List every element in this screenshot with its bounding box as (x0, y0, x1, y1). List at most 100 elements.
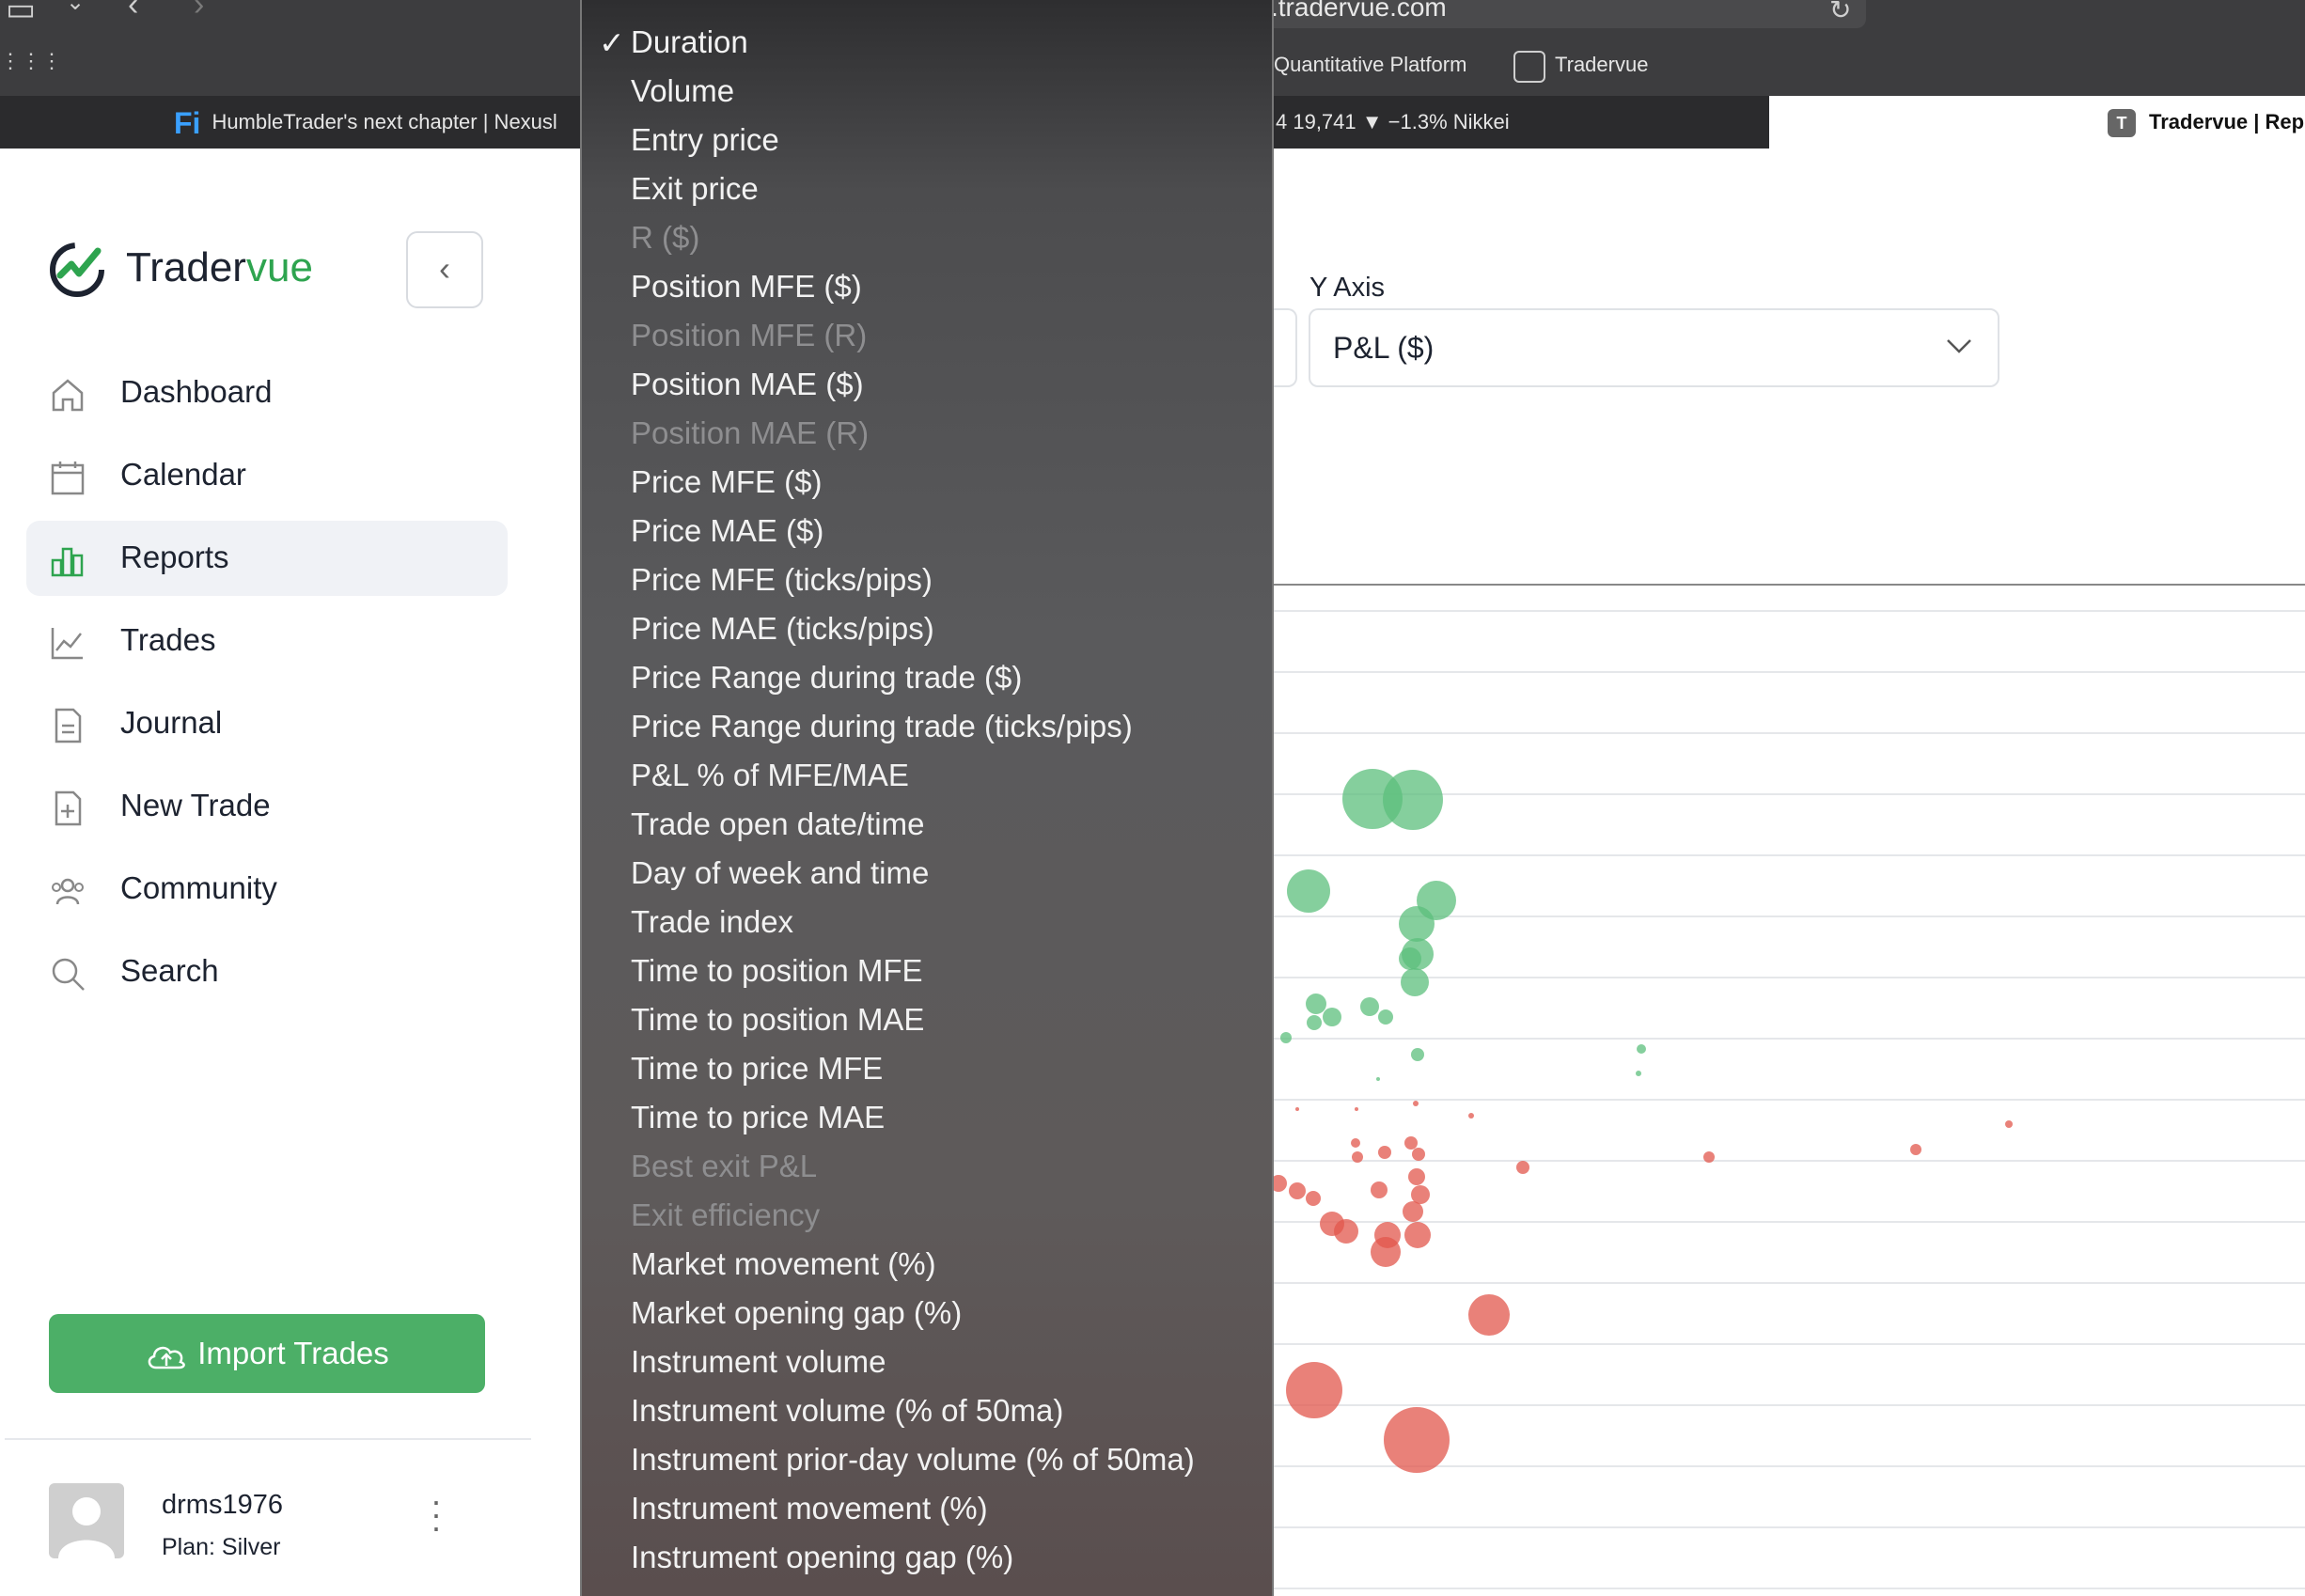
profit-point[interactable] (1637, 1044, 1646, 1054)
import-trades-button[interactable]: Import Trades (49, 1314, 485, 1393)
chevron-left-icon: ‹ (439, 249, 450, 288)
collapse-sidebar-button[interactable]: ‹ (406, 231, 483, 308)
dropdown-item[interactable]: Price MFE ($) (582, 457, 1272, 506)
sidebar-item-dashboard[interactable]: Dashboard (26, 355, 508, 430)
loss-point[interactable] (1468, 1113, 1474, 1119)
username: drms1976 (162, 1490, 283, 1520)
dropdown-item[interactable]: Time to price MFE (582, 1043, 1272, 1092)
dropdown-item-label: Position MAE ($) (631, 367, 864, 401)
profit-point[interactable] (1399, 947, 1421, 970)
dropdown-item-label: Instrument movement (%) (631, 1491, 988, 1526)
user-placeholder-icon (58, 1497, 115, 1558)
loss-point[interactable] (1384, 1407, 1450, 1473)
loss-point[interactable] (1378, 1146, 1391, 1159)
sidebar-item-community[interactable]: Community (26, 852, 508, 927)
dropdown-item[interactable]: Market opening gap (%) (582, 1288, 1272, 1337)
dropdown-item[interactable]: Instrument movement (%) (582, 1483, 1272, 1532)
dropdown-item[interactable]: Trade open date/time (582, 799, 1272, 848)
profit-point[interactable] (1287, 869, 1330, 913)
dropdown-item-label: Entry price (631, 122, 779, 157)
sidebar-item-new-trade[interactable]: New Trade (26, 769, 508, 844)
calendar-icon (51, 462, 85, 495)
loss-point[interactable] (1286, 1362, 1342, 1418)
sidebar-item-journal[interactable]: Journal (26, 686, 508, 761)
loss-point[interactable] (1468, 1294, 1510, 1336)
dropdown-item[interactable]: Volume (582, 66, 1272, 115)
dropdown-item[interactable]: P&L % of MFE/MAE (582, 750, 1272, 799)
loss-point[interactable] (1355, 1107, 1358, 1111)
dropdown-item[interactable]: Time to position MAE (582, 994, 1272, 1043)
sidebar-item-calendar[interactable]: Calendar (26, 438, 508, 513)
loss-point[interactable] (2005, 1120, 2013, 1128)
profit-point[interactable] (1399, 906, 1435, 942)
loss-point[interactable] (1371, 1237, 1401, 1267)
dropdown-item[interactable]: Position MFE ($) (582, 261, 1272, 310)
dropdown-item[interactable]: Instrument volume (% of 50ma) (582, 1385, 1272, 1434)
sidebar-item-label: Journal (120, 705, 223, 740)
more-options-icon[interactable]: · · · (431, 1484, 442, 1544)
dropdown-item[interactable]: Time to price MAE (582, 1092, 1272, 1141)
profit-point[interactable] (1378, 1009, 1393, 1025)
dropdown-item[interactable]: Price Range during trade ($) (582, 652, 1272, 701)
sidebar-item-search[interactable]: Search (26, 934, 508, 1009)
brand-prefix: Trader (126, 244, 246, 290)
loss-point[interactable] (1403, 1201, 1423, 1222)
dropdown-item-label: Time to price MFE (631, 1051, 884, 1086)
dropdown-item-label: Volume (631, 73, 735, 108)
profit-point[interactable] (1376, 1077, 1380, 1081)
loss-point[interactable] (1703, 1151, 1715, 1163)
dropdown-item[interactable]: Price MAE ($) (582, 506, 1272, 555)
dropdown-item[interactable]: Day of week and time (582, 848, 1272, 897)
profit-point[interactable] (1401, 968, 1429, 996)
profit-point[interactable] (1360, 997, 1379, 1016)
dropdown-item[interactable]: Position MAE ($) (582, 359, 1272, 408)
loss-point[interactable] (1411, 1185, 1430, 1204)
dropdown-item[interactable]: Exit price (582, 164, 1272, 212)
avatar[interactable] (49, 1483, 124, 1558)
dropdown-item[interactable]: Price MFE (ticks/pips) (582, 555, 1272, 603)
y-axis-select[interactable]: P&L ($) (1309, 308, 1999, 387)
profit-point[interactable] (1636, 1071, 1641, 1076)
loss-point[interactable] (1351, 1138, 1360, 1148)
profit-point[interactable] (1280, 1032, 1292, 1043)
dropdown-item[interactable]: Trade index (582, 897, 1272, 946)
loss-point[interactable] (1516, 1161, 1529, 1174)
dropdown-item-label: Day of week and time (631, 855, 930, 890)
dropdown-item-label: Time to position MAE (631, 1002, 925, 1037)
profit-point[interactable] (1323, 1008, 1341, 1026)
loss-point[interactable] (1412, 1148, 1425, 1161)
dropdown-item[interactable]: Price MAE (ticks/pips) (582, 603, 1272, 652)
loss-point[interactable] (1404, 1222, 1431, 1248)
bar-chart-icon (51, 547, 84, 577)
loss-point[interactable] (1413, 1101, 1419, 1106)
dropdown-item[interactable]: Instrument volume (582, 1337, 1272, 1385)
dropdown-item[interactable]: Market movement (%) (582, 1239, 1272, 1288)
loss-point[interactable] (1295, 1107, 1299, 1111)
dropdown-item-label: Duration (631, 24, 748, 59)
dropdown-item-label: Price MAE (ticks/pips) (631, 611, 934, 646)
sidebar-item-reports[interactable]: Reports (26, 521, 508, 596)
loss-point[interactable] (1408, 1168, 1425, 1185)
dropdown-item-label: Price Range during trade (ticks/pips) (631, 709, 1133, 743)
profit-point[interactable] (1306, 994, 1326, 1014)
profit-point[interactable] (1411, 1048, 1424, 1061)
loss-point[interactable] (1371, 1181, 1388, 1198)
loss-point[interactable] (1289, 1182, 1306, 1199)
dropdown-item[interactable]: ✓ Duration (582, 17, 1272, 66)
loss-point[interactable] (1306, 1191, 1321, 1206)
dropdown-item[interactable]: Time to position MFE (582, 946, 1272, 994)
loss-point[interactable] (1404, 1136, 1418, 1150)
sidebar-item-trades[interactable]: Trades (26, 603, 508, 679)
profit-point[interactable] (1383, 770, 1443, 830)
dropdown-item-label: Position MFE ($) (631, 269, 862, 304)
dropdown-item[interactable]: Instrument prior-day volume (% of 50ma) (582, 1434, 1272, 1483)
brand-name: Tradervue (126, 244, 313, 291)
profit-point[interactable] (1307, 1015, 1322, 1030)
dropdown-item[interactable]: Entry price (582, 115, 1272, 164)
dropdown-item[interactable]: Price Range during trade (ticks/pips) (582, 701, 1272, 750)
dropdown-item[interactable]: Instrument opening gap (%) (582, 1532, 1272, 1581)
loss-point[interactable] (1910, 1144, 1921, 1155)
y-axis-value: P&L ($) (1333, 331, 1435, 365)
loss-point[interactable] (1334, 1219, 1358, 1244)
loss-point[interactable] (1352, 1151, 1363, 1163)
